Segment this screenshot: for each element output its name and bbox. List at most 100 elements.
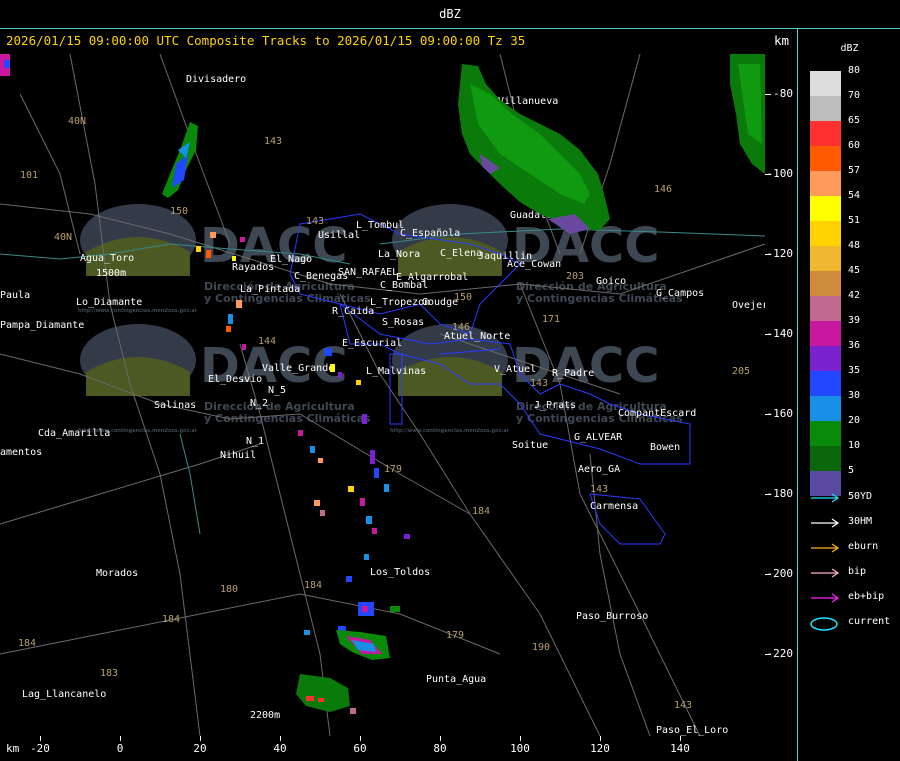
place-label: Aero_GA xyxy=(578,464,620,475)
place-label: Salinas xyxy=(154,400,196,411)
y-tick-label: -80 xyxy=(773,87,793,100)
arrow-icon xyxy=(811,493,840,503)
x-tick-label: 120 xyxy=(590,742,610,755)
place-label: Cda_Amarilla xyxy=(38,428,110,439)
radar-map-canvas[interactable]: DACC Dirección de Agricultura y Continge… xyxy=(0,54,765,736)
place-label: Lo_Diamante xyxy=(76,297,142,308)
place-label: CompantEscard xyxy=(618,408,696,419)
track-legend-item: bip xyxy=(810,566,900,580)
y-tick-label: -100 xyxy=(766,167,794,180)
place-label: amentos xyxy=(0,447,42,458)
road-number: 146 xyxy=(654,184,672,195)
road-number: 146 xyxy=(452,322,470,333)
scale-label: 45 xyxy=(848,265,861,276)
place-label: R_Padre xyxy=(552,368,594,379)
window-title-text: dBZ xyxy=(439,7,461,21)
place-label: C_Bombal xyxy=(380,280,428,291)
place-label: Paso_Burroso xyxy=(576,611,648,622)
scale-label: 35 xyxy=(848,365,861,376)
place-label: N_5 xyxy=(268,385,286,396)
scale-label: 60 xyxy=(848,140,861,151)
scale-label: 51 xyxy=(848,215,861,226)
place-label: Carmensa xyxy=(590,501,638,512)
scale-label: 57 xyxy=(848,165,861,176)
scale-swatch xyxy=(810,446,841,471)
road-number: 143 xyxy=(306,216,324,227)
scale-label: 65 xyxy=(848,115,861,126)
scale-swatch xyxy=(810,121,841,146)
place-label: S_Rosas xyxy=(382,317,424,328)
scale-swatch xyxy=(810,346,841,371)
road-number: 40N xyxy=(68,116,86,127)
place-label: L_Malvinas xyxy=(366,366,426,377)
road-number: 101 xyxy=(20,170,38,181)
place-label: La_Nora xyxy=(378,249,420,260)
y-tick-label: -220 xyxy=(766,647,794,660)
scale-swatch xyxy=(810,371,841,396)
window-title: dBZ xyxy=(0,0,900,29)
scale-swatch xyxy=(810,246,841,271)
place-label: R_Caida xyxy=(332,306,374,317)
scale-swatch xyxy=(810,221,841,246)
y-tick-label: -140 xyxy=(766,327,794,340)
place-label: J_Prats xyxy=(534,400,576,411)
scale-swatch xyxy=(810,421,841,446)
place-label: Divisadero xyxy=(186,74,246,85)
scale-label: 39 xyxy=(848,315,861,326)
scale-swatch xyxy=(810,171,841,196)
scale-label: 20 xyxy=(848,415,861,426)
legend-panel: dBZ 80 70 65 60 57 54 51 48 45 42 39 36 35 30 20 10 5 50… xyxy=(797,29,900,761)
place-label: V_Atuel xyxy=(494,364,536,375)
place-label: C_Española xyxy=(400,228,460,239)
x-tick-label: 80 xyxy=(433,742,447,755)
arrow-icon xyxy=(811,543,840,553)
x-tick-label: 40 xyxy=(273,742,287,755)
road-number: 179 xyxy=(384,464,402,475)
scale-label: 36 xyxy=(848,340,861,351)
arrow-icon xyxy=(811,518,840,528)
place-label: Paula xyxy=(0,290,30,301)
scale-swatch xyxy=(810,96,841,121)
x-tick-mark xyxy=(680,736,681,741)
road-number: 180 xyxy=(220,584,238,595)
place-label: E_Escurial xyxy=(342,338,402,349)
radar-map[interactable]: DACC Dirección de Agricultura y Continge… xyxy=(0,54,765,736)
x-tick-mark xyxy=(200,736,201,741)
place-label: 1500m xyxy=(96,268,126,279)
scale-swatch xyxy=(810,296,841,321)
place-label: El_Nago xyxy=(270,254,312,265)
track-legend-label: eb+bip xyxy=(848,591,885,602)
ellipse-icon xyxy=(810,617,838,631)
track-legend-item: eburn xyxy=(810,541,900,555)
scale-label: 54 xyxy=(848,190,861,201)
road-number: 40N xyxy=(54,232,72,243)
place-label: Agua_Toro xyxy=(80,253,134,264)
scale-swatch xyxy=(810,321,841,346)
scale-label: 48 xyxy=(848,240,861,251)
place-label: Usillal xyxy=(318,230,360,241)
x-tick-label: 140 xyxy=(670,742,690,755)
info-bar: 2026/01/15 09:00:00 UTC Composite Tracks… xyxy=(0,29,797,53)
road-number: 143 xyxy=(590,484,608,495)
place-label: Los_Toldos xyxy=(370,567,430,578)
track-legend-item: eb+bip xyxy=(810,591,900,605)
place-label: Soitue xyxy=(512,440,548,451)
place-label: Nihuil xyxy=(220,450,256,461)
track-legend-label: eburn xyxy=(848,541,879,552)
track-legend-item: current xyxy=(810,616,900,631)
road-number: 144 xyxy=(258,336,276,347)
place-label: Goudge xyxy=(422,297,458,308)
place-label: Rayados xyxy=(232,262,274,273)
scale-swatch xyxy=(810,71,841,96)
scale-swatch xyxy=(810,396,841,421)
track-legend-label: 30HM xyxy=(848,516,873,527)
x-tick-mark xyxy=(360,736,361,741)
road-number: 179 xyxy=(446,630,464,641)
track-legend-label: 50YD xyxy=(848,491,873,502)
place-label: G_ALVEAR xyxy=(574,432,623,443)
place-label: Lag_Llancanelo xyxy=(22,689,106,700)
x-tick-mark xyxy=(600,736,601,741)
track-legend-label: current xyxy=(848,616,891,627)
y-axis: -80 -100 -120 -140 -160 -180 -200 -220 xyxy=(765,54,797,736)
place-label: Ovejero xyxy=(732,300,765,311)
